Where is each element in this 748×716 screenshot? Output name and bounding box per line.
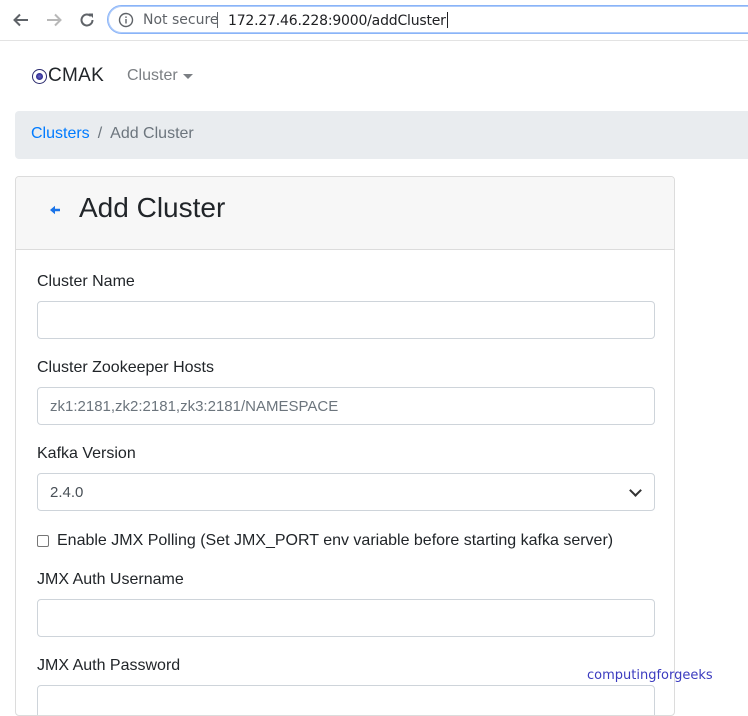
forward-button[interactable] [42,8,66,32]
caret-down-icon [182,74,193,79]
breadcrumb-separator: / [97,125,103,142]
zk-hosts-input[interactable] [37,387,655,425]
jmx-password-input[interactable] [37,685,655,715]
brand-text: CMAK [48,65,105,86]
breadcrumb-clusters-link[interactable]: Clusters [31,125,90,142]
jmx-polling-row: Enable JMX Polling (Set JMX_PORT env var… [37,532,613,550]
url-text[interactable]: 172.27.46.228:9000/addCluster [228,12,448,29]
jmx-polling-label[interactable]: Enable JMX Polling (Set JMX_PORT env var… [57,532,613,550]
jmx-password-label: JMX Auth Password [37,657,181,674]
text-caret [446,12,448,28]
watermark-text: computingforgeeks [587,668,713,683]
brand-link[interactable]: CMAK [32,65,104,87]
chevron-down-icon [629,483,642,497]
cmak-logo-icon [32,68,47,84]
cluster-name-label: Cluster Name [37,273,135,290]
add-cluster-card: Add Cluster Cluster Name Cluster Zookeep… [15,176,675,716]
url-value: 172.27.46.228:9000/addCluster [228,13,446,29]
jmx-polling-checkbox[interactable] [37,535,49,547]
kafka-version-label: Kafka Version [37,445,136,462]
jmx-username-input[interactable] [37,599,655,637]
page-title: Add Cluster [79,192,226,223]
cluster-menu-label: Cluster [127,67,178,84]
back-button[interactable] [9,8,33,32]
arrow-right-icon [47,13,62,27]
arrow-left-icon [13,13,28,27]
security-label[interactable]: Not secure [143,12,219,28]
info-icon[interactable] [118,12,134,28]
jmx-username-label: JMX Auth Username [37,571,184,588]
kafka-version-select[interactable]: 2.4.0 [37,473,655,511]
address-bar[interactable]: Not secure 172.27.46.228:9000/addCluster [107,5,748,34]
omnibox-divider [217,12,218,28]
card-header: Add Cluster [16,177,674,250]
kafka-version-value: 2.4.0 [50,483,84,501]
breadcrumb-current: Add Cluster [110,125,194,142]
cluster-menu-dropdown[interactable]: Cluster [127,67,193,85]
zk-hosts-label: Cluster Zookeeper Hosts [37,359,214,376]
reload-icon [80,13,94,27]
breadcrumb: Clusters / Add Cluster [15,111,748,159]
back-arrow-icon[interactable] [49,204,61,216]
cluster-name-input[interactable] [37,301,655,339]
browser-toolbar: Not secure 172.27.46.228:9000/addCluster [0,0,748,41]
reload-button[interactable] [75,8,99,32]
